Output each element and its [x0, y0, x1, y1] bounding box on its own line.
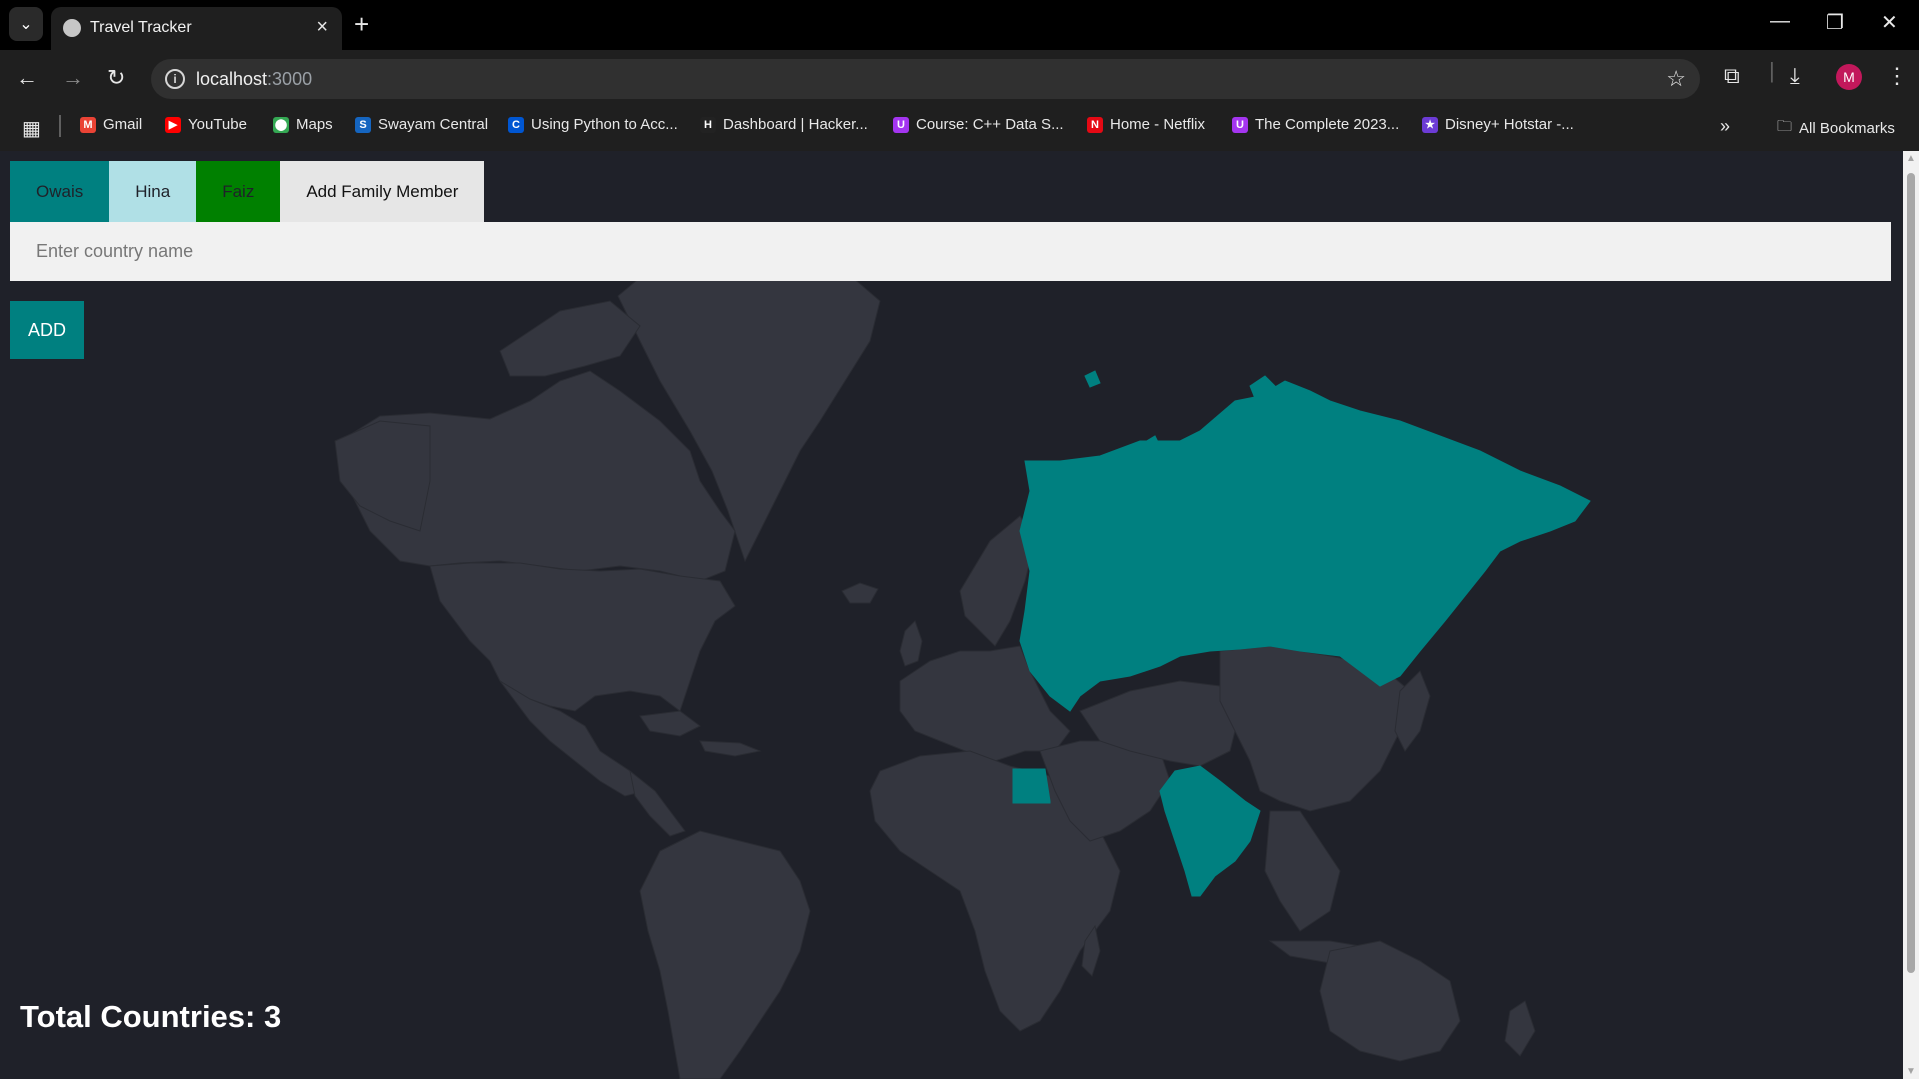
- site-info-icon[interactable]: i: [165, 69, 185, 89]
- maps-icon: ⬤: [273, 116, 289, 133]
- country-iceland: [841, 582, 879, 604]
- bookmark-item[interactable]: U Course: C++ Data S...: [893, 116, 1064, 133]
- youtube-icon: ▶: [165, 116, 181, 133]
- bookmark-label: Disney+ Hotstar -...: [1445, 116, 1574, 133]
- country-new-zealand: [1504, 1000, 1536, 1057]
- country-egypt[interactable]: [1012, 768, 1051, 804]
- bookmark-star-icon[interactable]: ☆: [1666, 66, 1686, 92]
- country-alaska: [334, 420, 431, 532]
- tab-title: Travel Tracker: [90, 19, 192, 36]
- restore-icon[interactable]: ❐: [1826, 10, 1844, 35]
- download-icon[interactable]: ⤓: [1790, 63, 1800, 89]
- country-india[interactable]: [1159, 765, 1261, 897]
- bookmark-item[interactable]: ★ Disney+ Hotstar -...: [1422, 116, 1574, 133]
- bookmark-label: Dashboard | Hacker...: [723, 116, 868, 133]
- forward-icon[interactable]: →: [62, 65, 84, 91]
- family-member-tabs: Owais Hina Faiz Add Family Member: [10, 161, 485, 222]
- bookmark-label: Using Python to Acc...: [531, 116, 678, 133]
- back-icon[interactable]: ←: [16, 65, 38, 91]
- country-name-input[interactable]: [10, 222, 1891, 281]
- new-tab-button[interactable]: +: [354, 9, 369, 39]
- scroll-up-icon[interactable]: ▲: [1906, 153, 1916, 164]
- member-tab-owais[interactable]: Owais: [10, 161, 110, 222]
- bookmark-label: Course: C++ Data S...: [916, 116, 1064, 133]
- travel-tracker-page: OwaisHinaFaizAdd Family Member ADD Total…: [0, 151, 1919, 1079]
- bookmark-item[interactable]: ▶ YouTube: [165, 116, 247, 133]
- folder-icon: 🗀: [1777, 118, 1793, 135]
- scrollbar-thumb[interactable]: [1907, 173, 1915, 973]
- scroll-down-icon[interactable]: ▼: [1906, 1066, 1916, 1077]
- udemy-icon: U: [893, 116, 909, 133]
- browser-toolbar: ← → ↻ i localhost:3000 ☆ ⧉ | ⤓ M ⋮: [0, 50, 1919, 106]
- page-scrollbar[interactable]: ▲ ▼: [1903, 151, 1919, 1079]
- globe-icon: [63, 19, 81, 37]
- swayam-icon: S: [355, 116, 371, 133]
- add-country-button[interactable]: ADD: [10, 301, 84, 359]
- bookmark-item[interactable]: S Swayam Central: [355, 116, 488, 133]
- profile-avatar[interactable]: M: [1836, 64, 1862, 90]
- tab-travel-tracker[interactable]: Travel Tracker ×: [51, 7, 342, 50]
- netflix-icon: N: [1087, 116, 1103, 133]
- bookmark-label: The Complete 2023...: [1255, 116, 1400, 133]
- all-bookmarks-label: All Bookmarks: [1799, 120, 1895, 137]
- add-family-member-button[interactable]: Add Family Member: [280, 161, 485, 222]
- address-bar[interactable]: i localhost:3000 ☆: [151, 59, 1700, 99]
- close-window-icon[interactable]: ✕: [1881, 10, 1898, 35]
- coursera-icon: C: [508, 116, 524, 133]
- country-uk: [899, 620, 923, 667]
- menu-kebab-icon[interactable]: ⋮: [1886, 63, 1908, 89]
- total-countries-label: Total Countries: 3: [20, 999, 282, 1034]
- country-usa[interactable]: [429, 562, 736, 712]
- country-south-america[interactable]: [639, 830, 811, 1079]
- southeast-asia[interactable]: [1264, 810, 1341, 932]
- chevron-down-icon: ⌄: [19, 16, 33, 33]
- bookmark-item[interactable]: U The Complete 2023...: [1232, 116, 1399, 133]
- toolbar-divider: |: [1769, 58, 1775, 83]
- url-text: localhost:3000: [196, 69, 313, 89]
- apps-grid-icon[interactable]: ▦: [22, 116, 41, 141]
- member-tab-faiz[interactable]: Faiz: [196, 161, 281, 222]
- bookmark-item[interactable]: C Using Python to Acc...: [508, 116, 678, 133]
- reload-icon[interactable]: ↻: [107, 65, 125, 91]
- member-tab-hina[interactable]: Hina: [109, 161, 197, 222]
- bookmark-label: Home - Netflix: [1110, 116, 1206, 133]
- minimize-icon[interactable]: —: [1770, 10, 1790, 33]
- caribbean: [639, 710, 762, 757]
- bookmark-item[interactable]: H Dashboard | Hacker...: [700, 116, 868, 133]
- bookmark-label: Swayam Central: [378, 116, 489, 133]
- hackerrank-icon: H: [700, 116, 716, 133]
- country-australia[interactable]: [1319, 940, 1461, 1062]
- browser-chrome: ⌄ Travel Tracker × + — ❐ ✕ ← → ↻ i local…: [0, 0, 1919, 151]
- udemy-icon: U: [1232, 116, 1248, 133]
- bookmarks-divider: [59, 115, 61, 137]
- more-bookmarks-icon[interactable]: »: [1720, 116, 1730, 137]
- close-tab-icon[interactable]: ×: [316, 16, 328, 39]
- russia-svalbard: [1084, 370, 1101, 388]
- arctic-islands: [499, 300, 641, 377]
- bookmark-label: Gmail: [103, 116, 143, 133]
- bookmark-item[interactable]: M Gmail: [80, 116, 142, 133]
- bookmark-label: Maps: [296, 116, 333, 133]
- central-america: [629, 769, 686, 837]
- gmail-icon: M: [80, 116, 96, 133]
- all-bookmarks-button[interactable]: 🗀 All Bookmarks: [1777, 116, 1895, 141]
- bookmarks-bar: ▦ M Gmail ▶ YouTube ⬤ Maps S Swayam Central C Usi…: [0, 106, 1919, 146]
- tab-strip: ⌄ Travel Tracker × + — ❐ ✕: [0, 0, 1919, 50]
- world-map: [334, 250, 1591, 1079]
- bookmark-item[interactable]: ⬤ Maps: [273, 116, 333, 133]
- bookmark-label: YouTube: [188, 116, 247, 133]
- tab-search-button[interactable]: ⌄: [9, 7, 43, 41]
- hotstar-icon: ★: [1422, 116, 1438, 133]
- bookmark-item[interactable]: N Home - Netflix: [1087, 116, 1205, 133]
- extensions-icon[interactable]: ⧉: [1724, 63, 1740, 89]
